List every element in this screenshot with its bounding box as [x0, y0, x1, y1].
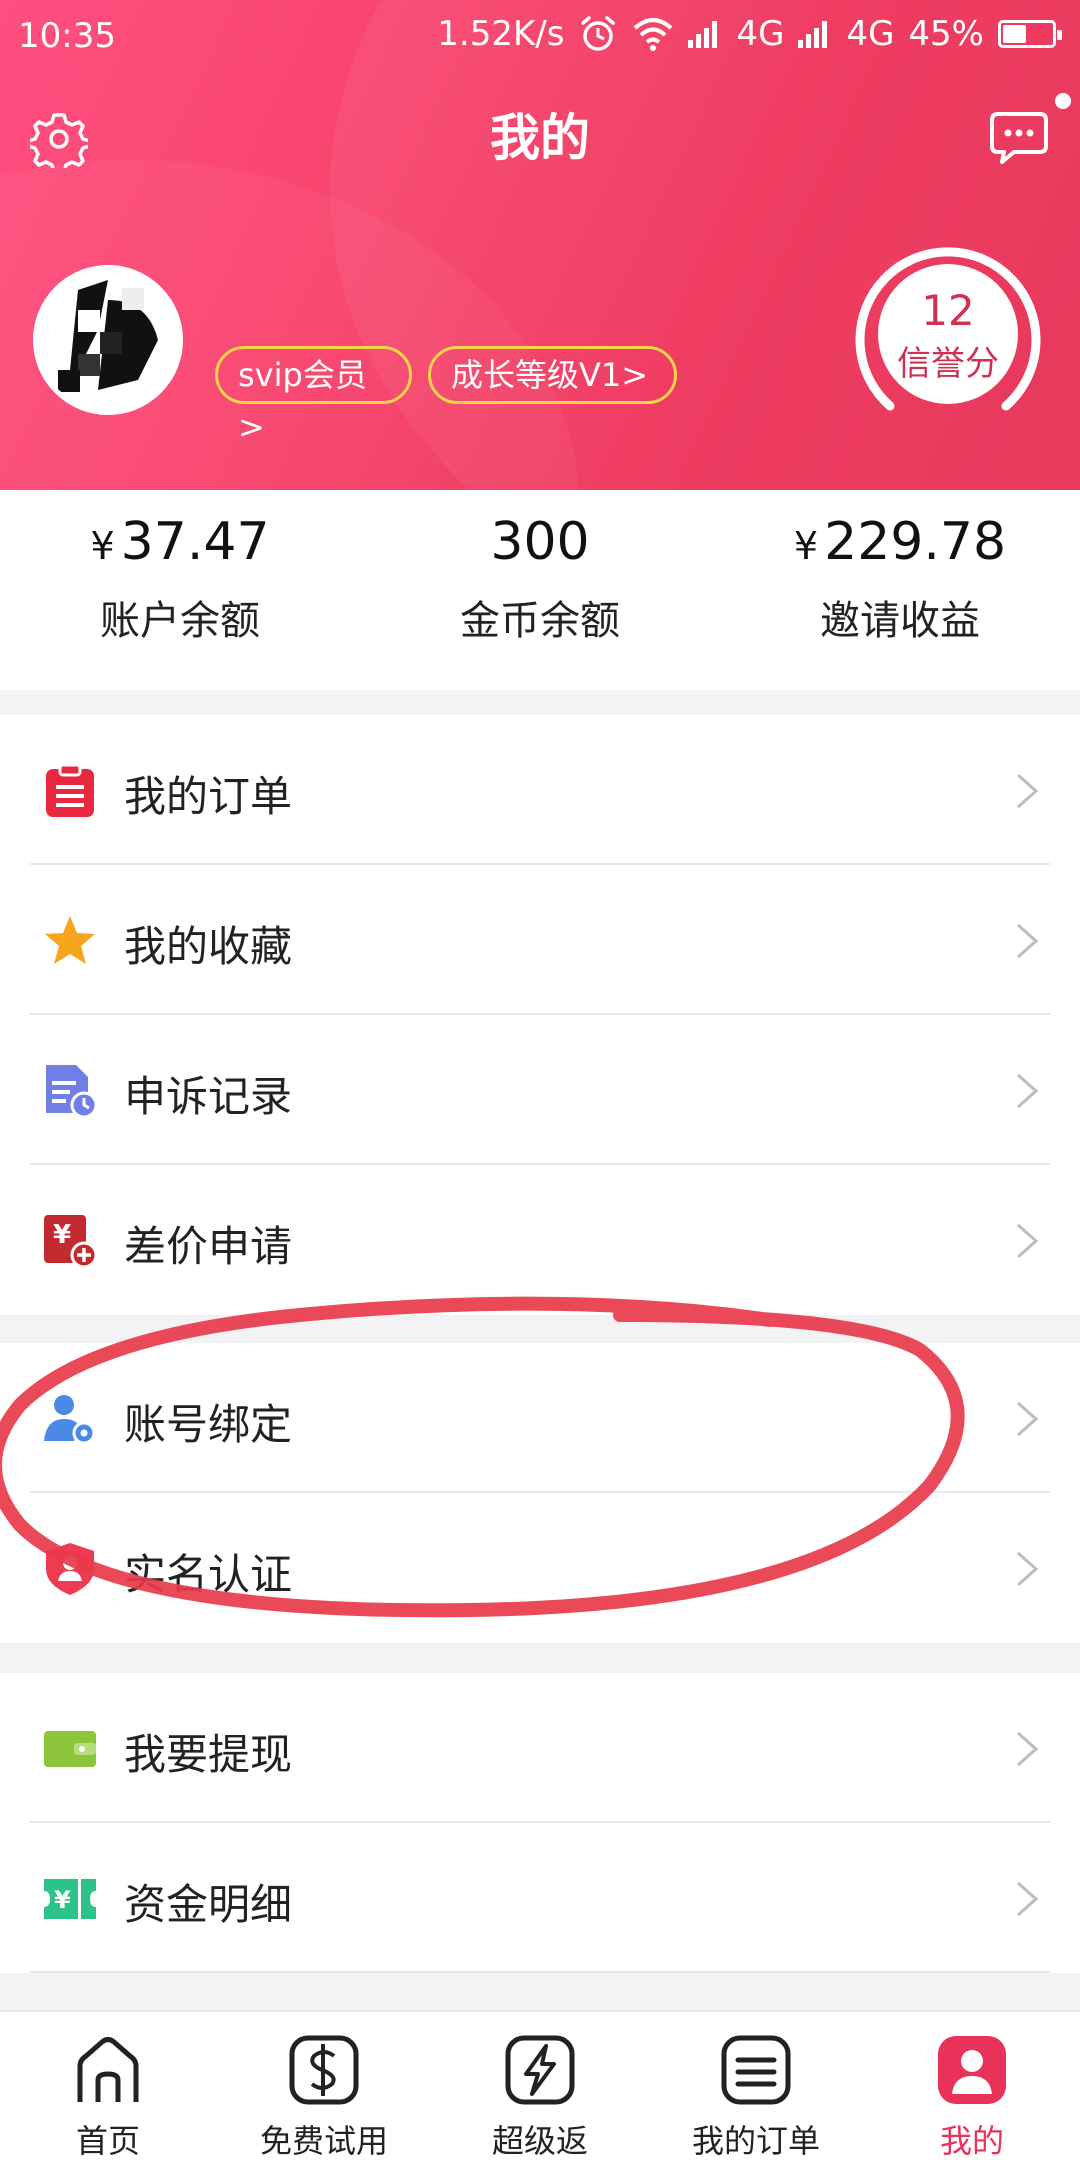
growth-level-badge[interactable]: 成长等级V1> — [428, 346, 677, 404]
profile-header: 10:35 1.52K/s 4G 4G 45% 我的 svip会员> 成长等级V… — [0, 0, 1080, 490]
currency-symbol: ¥ — [793, 524, 819, 568]
menu-group-orders: 我的订单 我的收藏 申诉记录 ¥ 差价申请 — [0, 715, 1080, 1315]
tab-label: 首页 — [75, 2122, 140, 2160]
tab-my-orders[interactable]: 我的订单 — [648, 2012, 864, 2160]
invite-earnings[interactable]: ¥229.78 邀请收益 — [720, 490, 1080, 690]
tab-label: 我的 — [939, 2122, 1004, 2160]
chevron-right-icon — [1017, 1073, 1039, 1109]
dollar-icon — [289, 2035, 359, 2105]
svg-text:¥: ¥ — [54, 1886, 71, 1914]
account-balance[interactable]: ¥37.47 账户余额 — [0, 490, 360, 690]
stat-value: 37.47 — [120, 512, 270, 572]
clipboard-icon — [46, 763, 94, 817]
chevron-right-icon — [1017, 1223, 1039, 1259]
tab-super-rebate[interactable]: 超级返 — [432, 2012, 648, 2160]
currency-symbol: ¥ — [90, 524, 115, 568]
shield-user-icon — [46, 1543, 94, 1595]
stat-label: 邀请收益 — [820, 598, 980, 644]
menu-label: 我要提现 — [124, 1730, 293, 1779]
battery-percent: 45% — [908, 14, 984, 54]
svg-text:¥: ¥ — [53, 1220, 71, 1250]
signal-icon — [688, 21, 718, 48]
status-bar: 10:35 1.52K/s 4G 4G 45% — [0, 0, 1080, 72]
home-icon — [77, 2037, 139, 2102]
signal-icon-2 — [798, 21, 828, 48]
menu-label: 我的订单 — [124, 772, 293, 821]
avatar[interactable] — [33, 265, 183, 415]
tab-home[interactable]: 首页 — [0, 2012, 216, 2160]
tab-label: 免费试用 — [259, 2122, 388, 2160]
tab-label: 超级返 — [491, 2122, 588, 2160]
alarm-icon — [581, 16, 616, 51]
svip-badge[interactable]: svip会员> — [215, 346, 412, 446]
tab-mine[interactable]: 我的 — [864, 2012, 1080, 2160]
tab-label: 我的订单 — [691, 2122, 820, 2160]
balance-stats: ¥37.47 账户余额 300 金币余额 ¥229.78 邀请收益 — [0, 490, 1080, 690]
menu-item-price-difference[interactable]: ¥ 差价申请 — [0, 1165, 1080, 1315]
status-time: 10:35 — [18, 16, 116, 56]
coin-balance[interactable]: 300 金币余额 — [360, 490, 720, 690]
network-type-2: 4G — [846, 14, 895, 54]
avatar-image — [38, 270, 178, 410]
stat-value: 300 — [490, 512, 590, 572]
star-icon — [45, 916, 95, 964]
chevron-right-icon — [1017, 1881, 1039, 1917]
menu-item-my-orders[interactable]: 我的订单 — [0, 715, 1080, 865]
stat-label: 账户余额 — [100, 598, 260, 644]
user-gear-icon — [44, 1395, 96, 1445]
menu-item-appeal-records[interactable]: 申诉记录 — [0, 1015, 1080, 1165]
menu-item-favorites[interactable]: 我的收藏 — [0, 865, 1080, 1015]
bottom-tab-bar: 首页 免费试用 超级返 我的订单 我的 — [0, 2010, 1080, 2160]
stat-value: 229.78 — [824, 512, 1007, 572]
menu-item-fund-details[interactable]: ¥ 资金明细 — [0, 1823, 1080, 1973]
yen-plus-icon: ¥ — [44, 1215, 98, 1269]
ticket-yen-icon: ¥ — [44, 1879, 96, 1919]
tab-free-trial[interactable]: 免费试用 — [216, 2012, 432, 2160]
menu-label: 差价申请 — [124, 1222, 293, 1271]
chevron-right-icon — [1017, 1731, 1039, 1767]
credit-score: 12 — [921, 286, 975, 335]
menu-item-real-name-verification[interactable]: 实名认证 — [0, 1493, 1080, 1643]
notification-dot — [1055, 93, 1071, 109]
chevron-right-icon — [1017, 1401, 1039, 1437]
lightning-icon — [505, 2035, 575, 2105]
list-icon — [721, 2035, 791, 2105]
menu-group-funds: 我要提现 ¥ 资金明细 — [0, 1673, 1080, 1973]
wifi-icon — [634, 18, 673, 51]
document-clock-icon — [46, 1065, 98, 1119]
battery-icon — [998, 20, 1062, 48]
stat-label: 金币余额 — [460, 598, 620, 644]
network-speed: 1.52K/s — [437, 14, 565, 54]
menu-label: 申诉记录 — [124, 1072, 293, 1121]
message-icon[interactable] — [988, 108, 1050, 166]
chevron-right-icon — [1017, 1551, 1039, 1587]
page-title: 我的 — [490, 109, 590, 167]
menu-label: 实名认证 — [124, 1550, 293, 1599]
chevron-right-icon — [1017, 923, 1039, 959]
network-type-1: 4G — [736, 14, 785, 54]
menu-label: 我的收藏 — [124, 922, 293, 971]
profile-icon — [938, 2036, 1006, 2104]
menu-item-withdraw[interactable]: 我要提现 — [0, 1673, 1080, 1823]
credit-score-widget[interactable]: 12 信誉分 — [850, 236, 1046, 432]
wallet-icon — [44, 1731, 96, 1767]
menu-group-account: 账号绑定 实名认证 — [0, 1343, 1080, 1643]
menu-label: 资金明细 — [124, 1880, 293, 1929]
menu-item-account-binding[interactable]: 账号绑定 — [0, 1343, 1080, 1493]
chevron-right-icon — [1017, 773, 1039, 809]
menu-label: 账号绑定 — [124, 1400, 293, 1449]
credit-label: 信誉分 — [897, 344, 999, 384]
